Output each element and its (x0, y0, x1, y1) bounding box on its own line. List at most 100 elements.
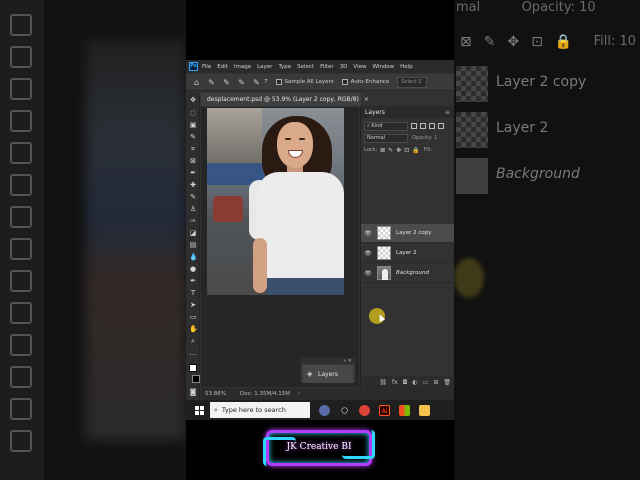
zoom-level[interactable]: 53.86% (205, 391, 226, 397)
lock-transparent-icon[interactable]: ⊠ (380, 147, 385, 154)
home-icon[interactable]: ⌂ (192, 78, 201, 87)
filter-shape-icon[interactable] (438, 123, 444, 129)
photo-eye (299, 138, 305, 140)
select-subject-button[interactable]: Select S (397, 76, 428, 88)
collapsed-layers-panel[interactable]: » × ◈ Layers (300, 357, 356, 383)
layer-row[interactable]: 👁 Background (361, 264, 454, 283)
crop-tool-icon[interactable]: ⌗ (189, 145, 197, 153)
eyedropper-tool-icon[interactable]: ✒ (189, 169, 197, 177)
menu-edit[interactable]: Edit (217, 64, 228, 70)
path-selection-tool-icon[interactable]: ➤ (189, 301, 197, 309)
close-icon[interactable]: × (364, 96, 369, 103)
add-to-selection-icon[interactable]: ✎ (237, 78, 246, 87)
eye-icon[interactable]: 👁 (364, 250, 372, 257)
history-brush-tool-icon[interactable]: ✑ (189, 217, 197, 225)
blur-tool-icon[interactable]: 💧 (189, 253, 198, 261)
move-tool-icon[interactable]: ✥ (189, 96, 197, 104)
layers-panel-title[interactable]: Layers (365, 109, 385, 116)
adjustment-icon[interactable]: ◐ (412, 379, 417, 386)
foreground-color-swatch[interactable] (189, 364, 197, 372)
illustrator-icon[interactable]: Ai (379, 404, 390, 416)
group-icon[interactable]: ▭ (423, 379, 429, 386)
ghost-tool-icon (10, 270, 32, 292)
fx-icon[interactable]: fx (392, 379, 398, 386)
sample-all-layers-checkbox[interactable] (275, 79, 282, 85)
menu-view[interactable]: View (353, 64, 366, 70)
menu-type[interactable]: Type (278, 64, 291, 70)
eye-icon[interactable]: 👁 (364, 230, 372, 237)
new-layer-icon[interactable]: ⊞ (433, 379, 438, 386)
more-tools-icon[interactable]: … (189, 349, 197, 357)
link-icon[interactable]: ⛓ (379, 379, 387, 386)
dodge-tool-icon[interactable]: ● (189, 265, 197, 273)
lock-image-icon[interactable]: ✎ (388, 147, 393, 154)
lock-artboard-icon[interactable]: ⊡ (404, 147, 409, 154)
menu-3d[interactable]: 3D (340, 64, 348, 70)
healing-brush-tool-icon[interactable]: ✚ (189, 181, 197, 189)
document-info: Doc: 1.35M/4.15M (239, 391, 291, 397)
brush-tool-icon[interactable]: ✎ (189, 193, 197, 201)
fill-field[interactable]: Fill: (424, 147, 432, 153)
weather-widget-icon[interactable] (319, 404, 330, 416)
file-explorer-icon[interactable] (419, 404, 430, 416)
chrome-icon[interactable] (359, 404, 370, 416)
lock-label: Lock: (364, 147, 378, 153)
photo-face (277, 122, 313, 168)
subtract-selection-icon[interactable]: ✎ (252, 78, 261, 87)
menu-file[interactable]: File (202, 64, 211, 70)
brush-size[interactable]: 7 (264, 79, 268, 85)
background-color-swatch[interactable] (192, 375, 200, 383)
clone-stamp-tool-icon[interactable]: ♙ (189, 205, 197, 213)
eraser-tool-icon[interactable]: ◪ (189, 229, 197, 237)
filter-type-icon[interactable] (429, 123, 435, 129)
filter-kind-select[interactable]: ⌕ Kind (364, 121, 408, 131)
pen-tool-icon[interactable]: ✒ (189, 277, 197, 285)
mask-icon[interactable]: ◘ (403, 379, 408, 386)
filter-pixel-icon[interactable] (411, 123, 417, 129)
panel-controls[interactable]: » × (301, 358, 355, 364)
menu-select[interactable]: Select (297, 64, 314, 70)
hand-tool-icon[interactable]: ✋ (189, 325, 198, 333)
ghost-lock-icons: ⊠✎✥⊡🔒 (460, 34, 585, 50)
blend-mode-select[interactable]: Normal (364, 133, 408, 143)
windows-start-icon[interactable] (195, 405, 204, 415)
gradient-tool-icon[interactable]: ▤ (189, 241, 197, 249)
store-icon[interactable] (399, 404, 410, 416)
ghost-layer-name: Background (496, 166, 580, 182)
frame-tool-icon[interactable]: ⊠ (189, 157, 197, 165)
zoom-tool-icon[interactable]: ⌕ (189, 337, 197, 345)
object-select-tool-icon[interactable]: ▣ (189, 121, 197, 129)
taskbar-search-box[interactable]: ⌕ Type here to search (210, 402, 310, 418)
menu-help[interactable]: Help (400, 64, 413, 70)
layers-panel-label: Layers (318, 370, 338, 378)
panel-menu-icon[interactable]: ≡ (445, 109, 450, 116)
quick-mask-icon[interactable]: ◙ (189, 388, 197, 396)
trash-icon[interactable]: 🗑 (443, 379, 451, 386)
quick-selection-tool-icon[interactable]: ✎ (207, 78, 216, 87)
filter-adjustment-icon[interactable] (420, 123, 426, 129)
new-selection-icon[interactable]: ✎ (222, 78, 231, 87)
quick-selection-tool-icon[interactable]: ✎ (189, 133, 197, 141)
lock-position-icon[interactable]: ✥ (396, 147, 401, 154)
document-tab[interactable]: desplacement.psd @ 53.9% (Layer 2 copy, … (201, 93, 369, 106)
menu-layer[interactable]: Layer (257, 64, 272, 70)
canvas-photo[interactable] (207, 108, 344, 295)
layers-panel-button[interactable]: ◈ Layers (303, 365, 353, 383)
lasso-tool-icon[interactable]: ◌ (189, 109, 197, 117)
layer-name: Layer 2 copy (396, 230, 432, 236)
auto-enhance-checkbox[interactable] (341, 79, 348, 85)
document-tab-title: desplacement.psd @ 53.9% (Layer 2 copy, … (207, 96, 359, 103)
opacity-field[interactable]: Opacity: 1 (412, 135, 437, 141)
auto-enhance-label: Auto-Enhance (350, 79, 390, 85)
eye-icon[interactable]: 👁 (364, 270, 372, 277)
layer-row[interactable]: 👁 Layer 2 (361, 244, 454, 263)
rectangle-tool-icon[interactable]: ▭ (189, 313, 197, 321)
menu-window[interactable]: Window (372, 64, 394, 70)
menu-image[interactable]: Image (234, 64, 251, 70)
type-tool-icon[interactable]: T (189, 289, 197, 297)
layer-row[interactable]: 👁 Layer 2 copy (361, 224, 454, 243)
status-arrow-icon[interactable]: › (298, 391, 300, 397)
menu-filter[interactable]: Filter (320, 64, 334, 70)
task-view-icon[interactable]: ◯ (339, 405, 350, 416)
lock-all-icon[interactable]: 🔒 (412, 147, 419, 154)
